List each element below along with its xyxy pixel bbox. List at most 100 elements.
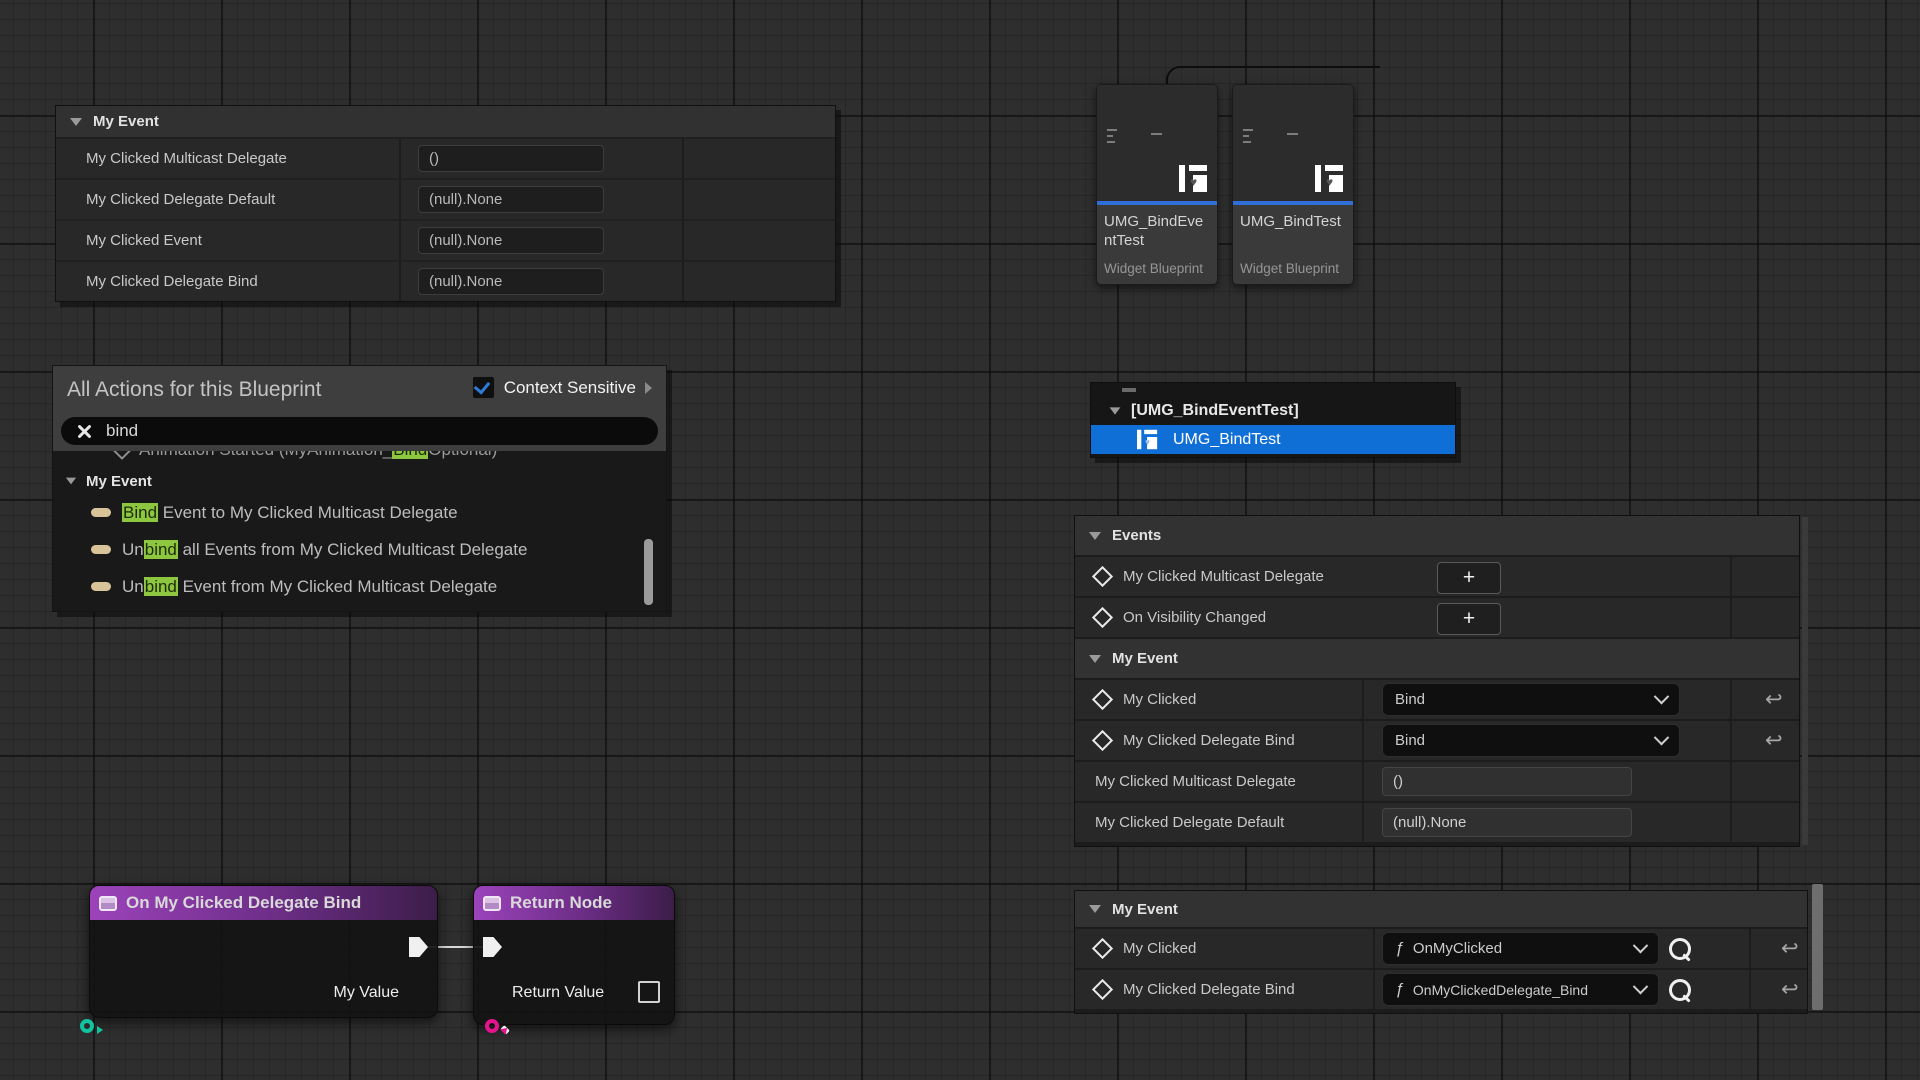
column-divider <box>1362 762 1364 801</box>
blueprint-graph-background[interactable]: My Event My Clicked Multicast Delegate (… <box>0 0 1920 1080</box>
value-field[interactable]: () <box>418 145 604 172</box>
event-dispatcher-icon <box>1092 938 1113 959</box>
chevron-down-icon <box>1633 938 1649 954</box>
property-row: My Clicked Delegate Default (null).None <box>56 180 835 219</box>
widget-blueprint-icon: ♥ <box>1137 430 1157 449</box>
hierarchy-selected-row[interactable]: ♥ UMG_BindTest <box>1091 425 1455 454</box>
bind-dropdown[interactable]: Bind <box>1382 683 1680 716</box>
binding-label: My Clicked <box>1123 691 1196 708</box>
menu-title: All Actions for this Blueprint <box>67 378 321 402</box>
event-row: On Visibility Changed + <box>1075 598 1799 637</box>
collapse-arrow-icon <box>70 118 82 126</box>
return-value-input-pin[interactable] <box>485 1019 499 1033</box>
node-header[interactable]: On My Clicked Delegate Bind <box>90 886 437 920</box>
event-label: My Clicked Multicast Delegate <box>1123 568 1324 585</box>
column-divider <box>1749 929 1751 968</box>
asset-name: UMG_BindEventTest <box>1097 205 1217 251</box>
collapse-arrow-icon <box>1089 532 1101 540</box>
asset-tile[interactable]: ♥ UMG_BindTest Widget Blueprint <box>1232 84 1354 285</box>
binding-label: My Clicked <box>1123 940 1196 957</box>
action-item[interactable]: Unbind all Events from My Clicked Multic… <box>53 531 666 568</box>
value-field[interactable]: (null).None <box>1382 808 1632 837</box>
collapse-arrow-icon <box>66 478 76 485</box>
node-header[interactable]: Return Node <box>474 886 674 920</box>
exec-input-pin[interactable] <box>483 937 502 957</box>
property-label: My Clicked Delegate Bind <box>86 273 258 290</box>
bind-dropdown[interactable]: Bind <box>1382 724 1680 757</box>
value-field[interactable]: () <box>1382 767 1632 796</box>
asset-type: Widget Blueprint <box>1104 261 1203 276</box>
category-row[interactable]: My Event <box>53 468 666 494</box>
column-divider[interactable] <box>399 139 401 178</box>
function-dropdown[interactable]: ƒ OnMyClickedDelegate_Bind <box>1382 973 1659 1006</box>
column-divider <box>682 221 684 260</box>
reset-to-default-icon[interactable]: ↩ <box>1781 979 1799 1000</box>
my-event-section-header[interactable]: My Event <box>1075 639 1799 678</box>
column-divider <box>399 221 401 260</box>
actions-list: Animation Started (MyAnimation_BindOptio… <box>53 451 666 611</box>
value-field[interactable]: (null).None <box>418 227 604 254</box>
column-divider <box>1730 803 1732 842</box>
collapse-arrow-icon <box>1110 407 1121 414</box>
column-divider <box>1730 762 1732 801</box>
column-divider <box>1730 557 1732 596</box>
scrollbar[interactable] <box>1812 884 1823 1010</box>
property-label: My Clicked Delegate Default <box>86 191 275 208</box>
event-dispatcher-icon <box>1092 566 1113 587</box>
function-dropdown[interactable]: ƒ OnMyClicked <box>1382 932 1659 965</box>
my-event-section-header[interactable]: My Event <box>1075 891 1807 927</box>
hierarchy-root-row[interactable]: [UMG_BindEventTest] <box>1091 397 1455 425</box>
column-divider <box>1362 721 1364 760</box>
exec-output-pin[interactable] <box>409 937 428 957</box>
reset-to-default-icon[interactable]: ↩ <box>1765 689 1783 710</box>
scrollbar[interactable] <box>644 539 653 605</box>
reset-to-default-icon[interactable]: ↩ <box>1781 938 1799 959</box>
value-field[interactable]: (null).None <box>418 268 604 295</box>
scrollbar[interactable] <box>1802 517 1808 845</box>
action-item[interactable]: Unbind Event from My Clicked Multicast D… <box>53 568 666 605</box>
property-row: My Clicked Multicast Delegate () <box>56 139 835 178</box>
delegate-icon <box>91 582 111 591</box>
all-actions-menu: All Actions for this Blueprint Context S… <box>52 365 667 612</box>
clear-search-icon[interactable] <box>77 424 92 439</box>
column-divider <box>1362 680 1364 719</box>
expander-arrow-icon[interactable] <box>645 382 652 394</box>
column-divider <box>1730 598 1732 637</box>
widget-blueprint-icon: ♥ <box>1315 165 1343 192</box>
asset-tile[interactable]: ♥ UMG_BindEventTest Widget Blueprint <box>1096 84 1218 285</box>
context-sensitive-checkbox[interactable] <box>472 376 495 399</box>
event-dispatcher-icon <box>1092 979 1113 1000</box>
output-pin-label: My Value <box>333 984 399 1002</box>
action-item[interactable]: Bind Event to My Clicked Multicast Deleg… <box>53 494 666 531</box>
context-sensitive-label: Context Sensitive <box>504 378 636 398</box>
section-header[interactable]: My Event <box>56 106 835 137</box>
event-row: My Clicked Multicast Delegate + <box>1075 557 1799 596</box>
node-title: Return Node <box>510 893 612 913</box>
property-label: My Clicked Delegate Default <box>1095 814 1284 831</box>
binding-row: My Clicked Bind ↩ <box>1075 680 1799 719</box>
search-icon[interactable] <box>1669 979 1691 1001</box>
events-section-header[interactable]: Events <box>1075 516 1799 555</box>
return-value-checkbox[interactable] <box>638 981 660 1003</box>
event-node[interactable]: On My Clicked Delegate Bind My Value <box>89 885 438 1018</box>
asset-name: UMG_BindTest <box>1233 205 1353 232</box>
event-icon <box>112 451 132 460</box>
add-event-button[interactable]: + <box>1437 603 1501 635</box>
clipped-action-item[interactable]: Animation Started (MyAnimation_BindOptio… <box>53 451 666 468</box>
binding-label: My Clicked Delegate Bind <box>1123 981 1295 998</box>
value-field[interactable]: (null).None <box>418 186 604 213</box>
value-output-pin[interactable] <box>80 1019 94 1033</box>
property-row: My Clicked Event (null).None <box>56 221 835 260</box>
column-divider <box>1362 803 1364 842</box>
search-icon[interactable] <box>1669 938 1691 960</box>
reset-to-default-icon[interactable]: ↩ <box>1765 730 1783 751</box>
column-divider <box>1373 970 1375 1009</box>
add-event-button[interactable]: + <box>1437 562 1501 594</box>
section-title: Events <box>1112 527 1161 544</box>
section-title: My Event <box>1112 901 1178 918</box>
widget-hierarchy-panel: [UMG_BindEventTest] ♥ UMG_BindTest <box>1090 382 1456 458</box>
search-input[interactable]: bind <box>61 417 658 445</box>
binding-label: My Clicked Delegate Bind <box>1123 732 1295 749</box>
return-node[interactable]: Return Node Return Value <box>473 885 675 1025</box>
section-title: My Event <box>93 113 159 130</box>
